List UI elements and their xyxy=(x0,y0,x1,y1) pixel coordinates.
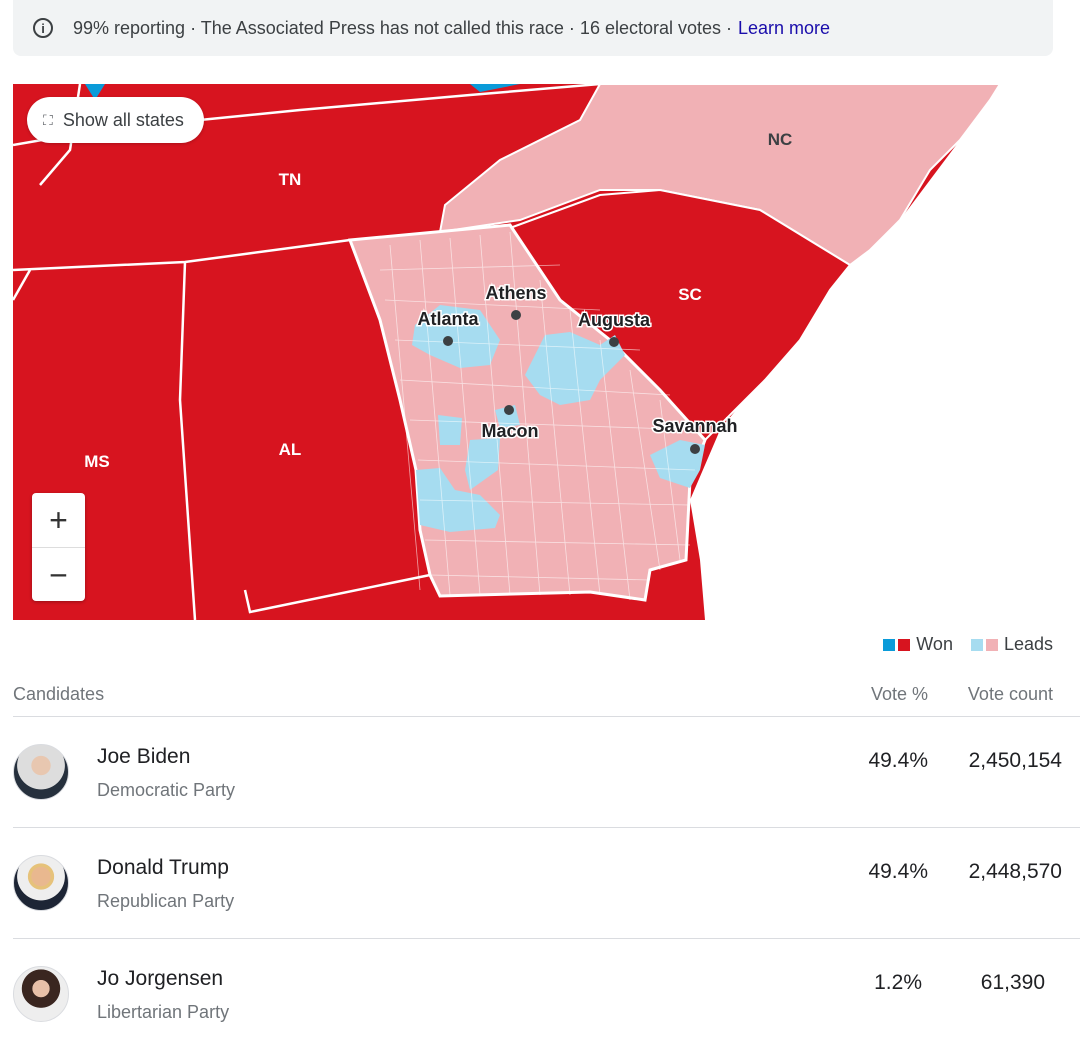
learn-more-link[interactable]: Learn more xyxy=(738,18,830,39)
status-text: 99% reporting · The Associated Press has… xyxy=(73,17,733,38)
vote-count: 61,390 xyxy=(980,971,1045,994)
table-row: Donald Trump Republican Party 49.4% 2,44… xyxy=(13,828,1080,939)
city-atlanta: Atlanta xyxy=(417,309,479,329)
info-icon: i xyxy=(33,18,53,38)
city-macon: Macon xyxy=(481,421,538,441)
table-row: Joe Biden Democratic Party 49.4% 2,450,1… xyxy=(13,717,1080,828)
avatar-trump xyxy=(13,855,69,911)
city-athens: Athens xyxy=(485,283,546,303)
zoom-out-button[interactable]: − xyxy=(32,548,85,602)
header-vote-pct: Vote % xyxy=(870,684,928,704)
city-augusta: Augusta xyxy=(578,310,651,330)
candidate-name: Donald Trump xyxy=(97,856,229,879)
show-all-label: Show all states xyxy=(62,109,184,130)
show-all-states-button[interactable]: ⛶ Show all states xyxy=(27,97,204,143)
vote-pct: 49.4% xyxy=(868,749,928,772)
candidate-party: Democratic Party xyxy=(97,780,236,800)
label-tn: TN xyxy=(279,170,302,189)
legend-leads: Leads xyxy=(1003,634,1053,654)
candidate-party: Libertarian Party xyxy=(97,1002,230,1022)
city-savannah: Savannah xyxy=(652,416,737,436)
zoom-in-button[interactable]: + xyxy=(32,493,85,548)
vote-count: 2,448,570 xyxy=(968,860,1062,883)
legend-won: Won xyxy=(916,634,953,654)
avatar-jorgensen xyxy=(13,966,69,1022)
vote-pct: 49.4% xyxy=(868,860,928,883)
label-ms: MS xyxy=(84,452,110,471)
vote-count: 2,450,154 xyxy=(968,749,1062,772)
zoom-controls: + − xyxy=(32,493,85,601)
label-nc: NC xyxy=(768,130,793,149)
label-sc: SC xyxy=(678,285,702,304)
candidate-name: Jo Jorgensen xyxy=(97,967,224,990)
table-row: Jo Jorgensen Libertarian Party 1.2% 61,3… xyxy=(13,939,1080,1049)
race-status-banner: i 99% reporting · The Associated Press h… xyxy=(13,0,1053,56)
election-map[interactable]: TN SC MS AL NC Athens Atlanta Augusta Ma… xyxy=(13,84,1080,620)
header-vote-count: Vote count xyxy=(967,684,1053,704)
candidate-party: Republican Party xyxy=(97,891,235,911)
avatar-biden xyxy=(13,744,69,800)
map-legend: Won Leads xyxy=(883,634,1053,655)
vote-pct: 1.2% xyxy=(874,971,922,994)
label-al: AL xyxy=(279,440,302,459)
header-candidates: Candidates xyxy=(13,684,105,704)
expand-icon: ⛶ xyxy=(43,111,53,128)
table-header: Candidates Vote % Vote count xyxy=(13,684,1080,717)
candidate-name: Joe Biden xyxy=(97,745,191,768)
